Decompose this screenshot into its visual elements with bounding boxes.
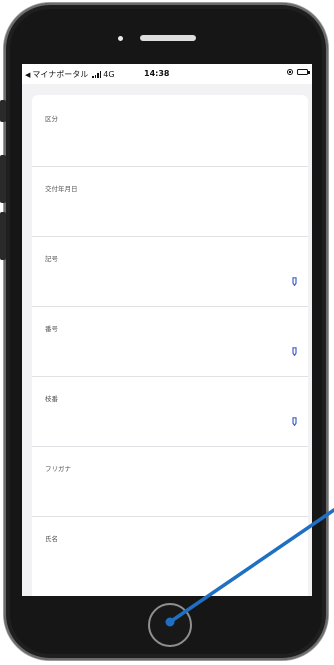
form-card: 区分交付年月日記号番号枝番フリガナ氏名: [32, 95, 308, 596]
form-field-row[interactable]: 番号: [32, 307, 308, 377]
orientation-lock-icon: [287, 69, 293, 75]
front-camera: [118, 36, 123, 41]
form-field-row[interactable]: 区分: [32, 97, 308, 167]
form-field-row[interactable]: 枝番: [32, 377, 308, 447]
pencil-icon[interactable]: [291, 277, 298, 286]
status-time: 14:38: [144, 69, 170, 78]
form-field-label: 交付年月日: [45, 185, 78, 193]
form-field-label: フリガナ: [45, 465, 71, 473]
volume-down-button: [0, 212, 6, 260]
device-stage: ◀ マイナポータル 4G 14:38 区分交付年月日記号番号枝番フリガナ氏名: [0, 0, 334, 665]
form-field-label: 枝番: [45, 395, 58, 403]
pencil-icon[interactable]: [291, 417, 298, 426]
signal-strength-icon: [92, 71, 102, 78]
form-field-label: 記号: [45, 255, 58, 263]
mute-switch: [0, 100, 6, 122]
back-to-app-icon[interactable]: ◀: [25, 71, 30, 79]
phone-screen: ◀ マイナポータル 4G 14:38 区分交付年月日記号番号枝番フリガナ氏名: [22, 64, 312, 596]
battery-icon: [297, 69, 310, 75]
volume-up-button: [0, 155, 6, 203]
return-app-name[interactable]: マイナポータル: [32, 69, 88, 80]
status-bar: ◀ マイナポータル 4G 14:38: [22, 64, 312, 84]
earpiece-speaker: [140, 35, 196, 41]
form-field-row[interactable]: 記号: [32, 237, 308, 307]
form-field-row[interactable]: 氏名: [32, 517, 308, 587]
form-field-label: 氏名: [45, 535, 58, 543]
pencil-icon[interactable]: [291, 347, 298, 356]
home-button[interactable]: [148, 603, 192, 647]
network-type: 4G: [103, 70, 115, 79]
form-field-row[interactable]: フリガナ: [32, 447, 308, 517]
form-field-row[interactable]: 交付年月日: [32, 167, 308, 237]
status-bar-right: [287, 69, 310, 75]
form-field-label: 区分: [45, 115, 58, 123]
status-bar-left: ◀ マイナポータル 4G: [25, 69, 115, 80]
form-field-label: 番号: [45, 325, 58, 333]
